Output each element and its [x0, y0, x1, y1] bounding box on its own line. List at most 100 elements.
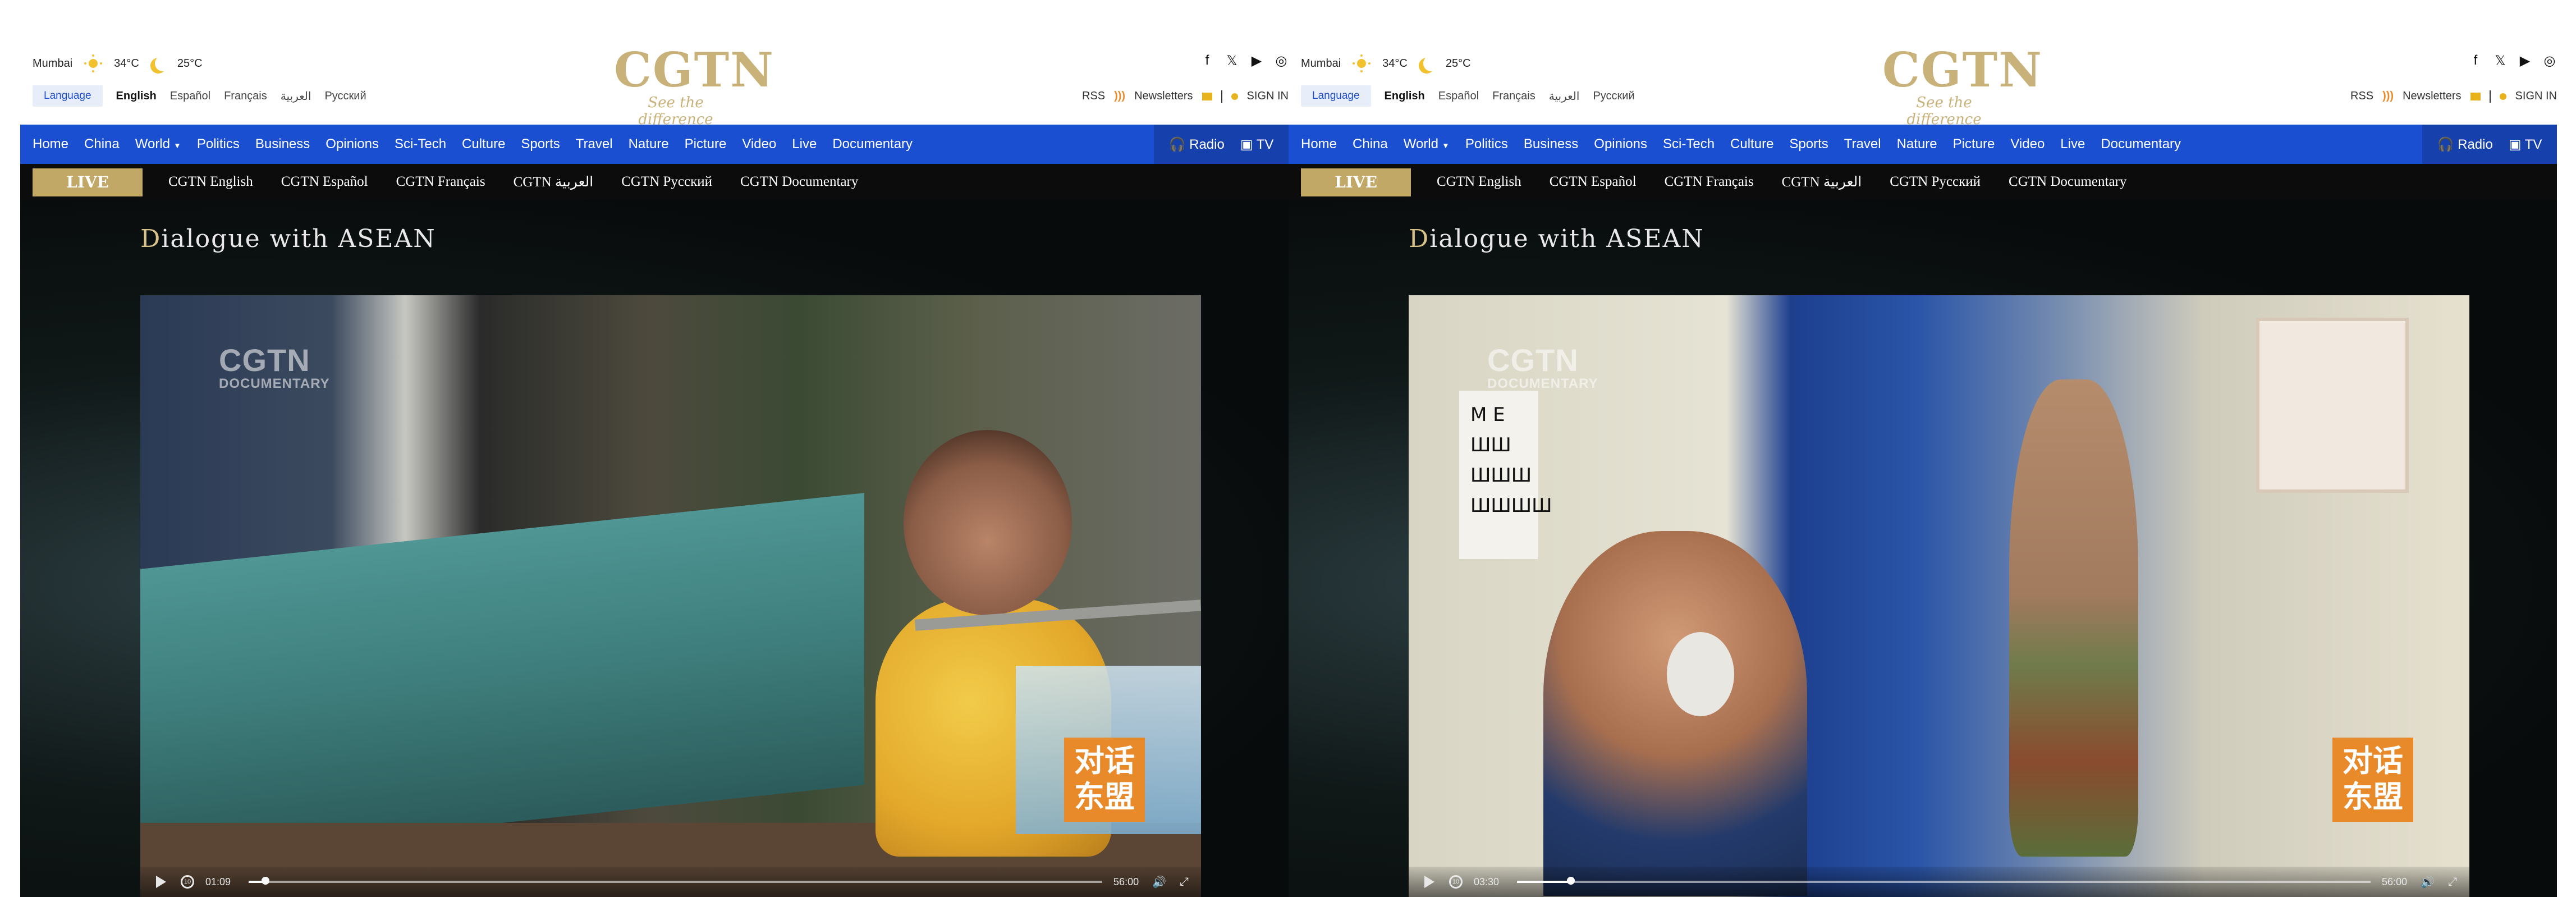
nav-item-china[interactable]: China — [84, 136, 120, 152]
duration: 56:00 — [1113, 876, 1139, 887]
video-player[interactable]: CGTN DOCUMENTARY 对话 东盟 10 01:09 56:00 🔊 … — [140, 295, 1201, 897]
tv-link[interactable]: ▣ TV — [2509, 136, 2542, 153]
nav-item-opinions[interactable]: Opinions — [326, 136, 379, 152]
nav-item-nature[interactable]: Nature — [1897, 136, 1937, 152]
fullscreen-icon[interactable]: ⤢ — [2448, 876, 2457, 889]
channel-russian[interactable]: CGTN Русский — [1890, 174, 1981, 190]
standing-man-shape — [2009, 379, 2138, 857]
nav-item-picture[interactable]: Picture — [1953, 136, 1995, 152]
volume-icon[interactable]: 🔊 — [1152, 875, 1166, 889]
nav-item-china[interactable]: China — [1353, 136, 1388, 152]
video-player[interactable]: CGTN DOCUMENTARY 对话 东盟 10 03:30 56:00 🔊 … — [1409, 295, 2469, 897]
radio-label: Radio — [1189, 136, 1225, 152]
replay-10-icon[interactable]: 10 — [1449, 875, 1463, 889]
nav-item-travel[interactable]: Travel — [576, 136, 613, 152]
play-icon[interactable] — [1424, 876, 1434, 888]
nav-item-sports[interactable]: Sports — [1789, 136, 1828, 152]
language-option-english[interactable]: English — [1385, 90, 1425, 103]
live-channel-bar: LIVE CGTN English CGTN Español CGTN Fran… — [20, 164, 1289, 200]
language-option-french[interactable]: Français — [224, 90, 267, 103]
replay-10-icon[interactable]: 10 — [181, 875, 194, 889]
radio-link[interactable]: 🎧 Radio — [1169, 136, 1225, 153]
rss-link[interactable]: RSS — [1082, 90, 1105, 103]
instagram-icon[interactable]: ◎ — [2542, 53, 2557, 69]
youtube-icon[interactable]: ▶ — [1249, 53, 1264, 69]
youtube-icon[interactable]: ▶ — [2518, 53, 2532, 69]
channel-russian[interactable]: CGTN Русский — [621, 174, 712, 190]
nav-item-sci-tech[interactable]: Sci-Tech — [395, 136, 446, 152]
nav-item-home[interactable]: Home — [1301, 136, 1337, 152]
video-controls: 10 03:30 56:00 🔊 ⤢ — [1409, 867, 2469, 897]
language-option-russian[interactable]: Русский — [324, 90, 366, 103]
nav-item-video[interactable]: Video — [2010, 136, 2045, 152]
x-icon[interactable]: 𝕏 — [2493, 53, 2508, 69]
language-button[interactable]: Language — [1301, 85, 1371, 107]
language-button[interactable]: Language — [33, 85, 103, 107]
channel-espanol[interactable]: CGTN Español — [1550, 174, 1637, 190]
nav-item-live[interactable]: Live — [2060, 136, 2085, 152]
cgtn-logo[interactable]: CGTN See the difference — [614, 46, 773, 129]
progress-bar[interactable] — [249, 877, 1103, 885]
nav-item-politics[interactable]: Politics — [197, 136, 240, 152]
language-option-arabic[interactable]: العربية — [281, 89, 311, 103]
girl-head-shape — [904, 430, 1072, 615]
nav-item-travel[interactable]: Travel — [1844, 136, 1881, 152]
instagram-icon[interactable]: ◎ — [1274, 53, 1289, 69]
nav-item-live[interactable]: Live — [792, 136, 817, 152]
sign-in-link[interactable]: SIGN IN — [1247, 90, 1289, 103]
facebook-icon[interactable]: f — [2468, 53, 2483, 69]
nav-item-sports[interactable]: Sports — [521, 136, 560, 152]
channel-arabic[interactable]: CGTN العربية — [1782, 173, 1862, 190]
language-option-arabic[interactable]: العربية — [1549, 89, 1580, 103]
volume-icon[interactable]: 🔊 — [2421, 875, 2435, 889]
nav-item-documentary[interactable]: Documentary — [2101, 136, 2181, 152]
tv-link[interactable]: ▣ TV — [1240, 136, 1274, 153]
nav-item-home[interactable]: Home — [33, 136, 68, 152]
nav-item-documentary[interactable]: Documentary — [832, 136, 913, 152]
channel-english[interactable]: CGTN English — [168, 174, 253, 190]
nav-item-business[interactable]: Business — [1524, 136, 1578, 152]
language-option-french[interactable]: Français — [1492, 90, 1535, 103]
progress-handle[interactable] — [262, 877, 270, 885]
channel-francais[interactable]: CGTN Français — [1665, 174, 1754, 190]
left-screenshot-panel: Mumbai 34°C 25°C Language English Españo… — [20, 0, 1289, 897]
newsletters-link[interactable]: Newsletters — [2403, 90, 2461, 103]
progress-handle[interactable] — [1566, 877, 1575, 885]
fullscreen-icon[interactable]: ⤢ — [1180, 876, 1189, 889]
channel-english[interactable]: CGTN English — [1437, 174, 1521, 190]
nav-item-culture[interactable]: Culture — [462, 136, 505, 152]
sign-in-link[interactable]: SIGN IN — [2515, 90, 2557, 103]
channel-documentary[interactable]: CGTN Documentary — [740, 174, 858, 190]
moon-icon — [1423, 56, 1439, 71]
play-icon[interactable] — [156, 876, 166, 888]
nav-item-video[interactable]: Video — [742, 136, 776, 152]
rss-icon: ))) — [2382, 90, 2394, 102]
rss-link[interactable]: RSS — [2350, 90, 2373, 103]
cgtn-logo[interactable]: CGTN See the difference — [1882, 46, 2042, 129]
nav-item-culture[interactable]: Culture — [1730, 136, 1773, 152]
main-nav: Home China World ▼ Politics Business Opin… — [20, 125, 1289, 164]
nav-item-business[interactable]: Business — [255, 136, 310, 152]
channel-espanol[interactable]: CGTN Español — [281, 174, 368, 190]
nav-item-sci-tech[interactable]: Sci-Tech — [1663, 136, 1715, 152]
language-option-spanish[interactable]: Español — [170, 90, 210, 103]
newsletters-link[interactable]: Newsletters — [1134, 90, 1193, 103]
x-icon[interactable]: 𝕏 — [1225, 53, 1239, 69]
progress-bar[interactable] — [1517, 877, 2371, 885]
channel-arabic[interactable]: CGTN العربية — [514, 173, 594, 190]
nav-item-nature[interactable]: Nature — [629, 136, 669, 152]
nav-item-picture[interactable]: Picture — [685, 136, 727, 152]
progress-fill — [1517, 881, 1571, 883]
facebook-icon[interactable]: f — [1200, 53, 1214, 69]
language-option-english[interactable]: English — [116, 90, 157, 103]
language-option-russian[interactable]: Русский — [1593, 90, 1634, 103]
nav-item-world[interactable]: World ▼ — [1404, 136, 1450, 152]
nav-item-politics[interactable]: Politics — [1465, 136, 1508, 152]
channel-documentary[interactable]: CGTN Documentary — [2009, 174, 2126, 190]
badge-line-2: 东盟 — [2343, 779, 2403, 814]
language-option-spanish[interactable]: Español — [1438, 90, 1479, 103]
channel-francais[interactable]: CGTN Français — [396, 174, 485, 190]
nav-item-world[interactable]: World ▼ — [135, 136, 181, 152]
nav-item-opinions[interactable]: Opinions — [1594, 136, 1647, 152]
radio-link[interactable]: 🎧 Radio — [2437, 136, 2493, 153]
